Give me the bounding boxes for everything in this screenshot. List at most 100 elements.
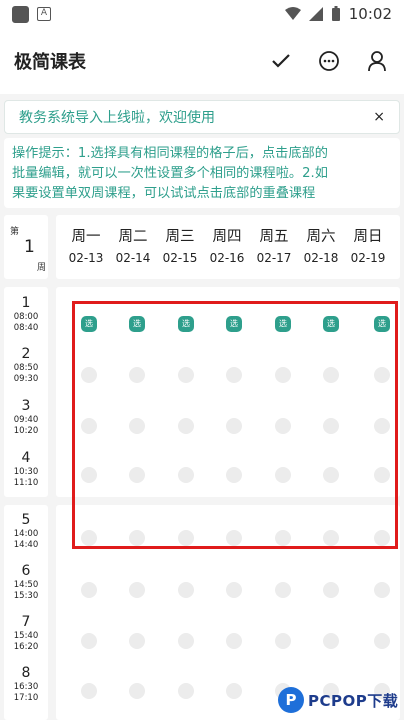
course-slot[interactable] xyxy=(129,418,145,434)
battery-icon xyxy=(331,6,340,21)
course-slot[interactable] xyxy=(129,530,145,546)
course-slot[interactable] xyxy=(323,367,339,383)
day-date: 02-17 xyxy=(256,251,292,265)
course-slot[interactable] xyxy=(81,633,97,649)
app-bar: 极简课表 xyxy=(0,28,404,94)
course-slot[interactable] xyxy=(178,633,194,649)
course-slot[interactable] xyxy=(129,367,145,383)
period-start: 08:50 xyxy=(13,363,39,373)
course-slot[interactable] xyxy=(374,467,390,483)
period-number: 7 xyxy=(21,614,31,630)
course-slot[interactable] xyxy=(323,530,339,546)
course-slot[interactable] xyxy=(81,467,97,483)
day-name: 周二 xyxy=(118,229,148,245)
course-slot[interactable] xyxy=(275,418,291,434)
course-slot[interactable] xyxy=(81,530,97,546)
selected-slot[interactable]: 选 xyxy=(81,316,97,332)
selected-slot[interactable]: 选 xyxy=(374,316,390,332)
period-end: 14:40 xyxy=(13,540,39,550)
notice-banner: 教务系统导入上线啦，欢迎使用 × xyxy=(4,100,400,134)
close-icon[interactable]: × xyxy=(373,109,385,125)
course-slot[interactable] xyxy=(129,582,145,598)
user-button[interactable] xyxy=(364,48,390,74)
course-slot[interactable] xyxy=(275,582,291,598)
week-selector[interactable]: 第 1 周 xyxy=(4,215,48,279)
course-slot[interactable] xyxy=(226,467,242,483)
selected-slot[interactable]: 选 xyxy=(275,316,291,332)
day-name: 周六 xyxy=(306,229,336,245)
watermark: P PCPOP下载 xyxy=(278,682,402,718)
course-slot[interactable] xyxy=(323,418,339,434)
course-slot[interactable] xyxy=(374,418,390,434)
period-end: 10:20 xyxy=(13,426,39,436)
course-slot[interactable] xyxy=(129,683,145,699)
tip-line: 果要设置单双周课程，可以试试点击底部的重叠课程 xyxy=(12,186,316,201)
course-slot[interactable] xyxy=(374,633,390,649)
course-slot[interactable] xyxy=(323,467,339,483)
course-slot[interactable] xyxy=(178,530,194,546)
course-slot[interactable] xyxy=(178,582,194,598)
day-date: 02-13 xyxy=(68,251,104,265)
notice-text: 教务系统导入上线啦，欢迎使用 xyxy=(19,110,215,126)
period-start: 14:50 xyxy=(13,580,39,590)
course-slot[interactable] xyxy=(81,418,97,434)
course-slot[interactable] xyxy=(178,467,194,483)
course-slot[interactable] xyxy=(129,633,145,649)
period-number: 3 xyxy=(21,398,31,414)
day-date: 02-18 xyxy=(303,251,339,265)
selected-slot[interactable]: 选 xyxy=(323,316,339,332)
course-slot[interactable] xyxy=(275,530,291,546)
app-title: 极简课表 xyxy=(14,52,86,73)
course-slot[interactable] xyxy=(275,633,291,649)
period-label: 1 08:00 08:40 xyxy=(4,294,48,334)
period-label: 7 15:40 16:20 xyxy=(4,613,48,653)
period-end: 09:30 xyxy=(13,374,39,384)
course-slot[interactable] xyxy=(374,530,390,546)
course-slot[interactable] xyxy=(81,367,97,383)
period-end: 16:20 xyxy=(13,642,39,652)
course-slot[interactable] xyxy=(226,367,242,383)
course-slot[interactable] xyxy=(226,530,242,546)
chat-button[interactable] xyxy=(316,48,342,74)
course-slot[interactable] xyxy=(275,467,291,483)
course-slot[interactable] xyxy=(323,633,339,649)
course-slot[interactable] xyxy=(178,418,194,434)
period-start: 10:30 xyxy=(13,467,39,477)
check-button[interactable] xyxy=(268,48,294,74)
week-prefix: 第 xyxy=(10,227,20,237)
user-icon xyxy=(368,51,386,72)
course-slot[interactable] xyxy=(275,367,291,383)
course-slot[interactable] xyxy=(226,418,242,434)
period-end: 08:40 xyxy=(13,323,39,333)
course-slot[interactable] xyxy=(178,367,194,383)
period-label: 4 10:30 11:10 xyxy=(4,449,48,489)
period-number: 4 xyxy=(21,450,31,466)
signal-icon xyxy=(308,7,323,21)
course-slot[interactable] xyxy=(81,582,97,598)
period-start: 16:30 xyxy=(13,682,39,692)
day-name: 周四 xyxy=(212,229,242,245)
course-slot[interactable] xyxy=(374,582,390,598)
day-date: 02-19 xyxy=(350,251,386,265)
course-slot[interactable] xyxy=(323,582,339,598)
selected-slot[interactable]: 选 xyxy=(226,316,242,332)
period-end: 17:10 xyxy=(13,693,39,703)
course-slot[interactable] xyxy=(226,582,242,598)
course-slot[interactable] xyxy=(226,683,242,699)
course-slot[interactable] xyxy=(129,467,145,483)
day-name: 周三 xyxy=(165,229,195,245)
period-start: 08:00 xyxy=(13,312,39,322)
day-column: 周五 02-17 xyxy=(250,227,298,269)
course-slot[interactable] xyxy=(178,683,194,699)
watermark-text: PCPOP下载 xyxy=(308,691,399,710)
status-bar: A 10:02 xyxy=(0,0,404,28)
course-slot[interactable] xyxy=(81,683,97,699)
selected-slot[interactable]: 选 xyxy=(129,316,145,332)
course-slot[interactable] xyxy=(226,633,242,649)
status-time: 10:02 xyxy=(348,5,392,23)
course-slot[interactable] xyxy=(374,367,390,383)
day-column: 周六 02-18 xyxy=(297,227,345,269)
period-number: 6 xyxy=(21,563,31,579)
selected-slot[interactable]: 选 xyxy=(178,316,194,332)
period-label: 5 14:00 14:40 xyxy=(4,511,48,551)
